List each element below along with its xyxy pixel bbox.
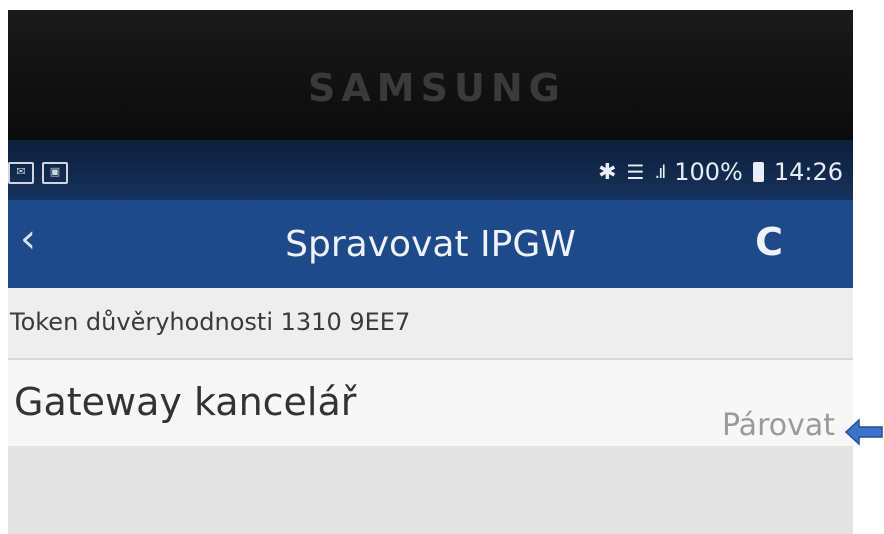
empty-list-area (8, 446, 853, 534)
app-bar: ‹ Spravovat IPGW C (8, 200, 853, 288)
battery-icon (752, 162, 764, 182)
token-bar: Token důvěryhodnosti 1310 9EE7 (8, 288, 853, 358)
mail-icon: ✉ (8, 162, 34, 184)
phone-bezel: SAMSUNG (8, 10, 853, 140)
gateway-row[interactable]: Gateway kancelář 2c9409a7-1b2a-4834-ad26… (8, 360, 853, 446)
bluetooth-icon: ✱ (598, 159, 617, 185)
token-text: Token důvěryhodnosti 1310 9EE7 (10, 308, 411, 336)
pair-button[interactable]: Párovat (722, 408, 835, 443)
signal-icon: .ıl (654, 161, 666, 183)
status-bar: ✉ ▣ ✱ ☰ .ıl 100% 14:26 (8, 140, 853, 200)
image-icon: ▣ (42, 162, 68, 184)
annotation-arrow-icon (845, 418, 883, 446)
wifi-icon: ☰ (626, 160, 645, 184)
brand-logo: SAMSUNG (308, 66, 566, 110)
notification-icons: ✉ ▣ (8, 162, 68, 184)
page-title: Spravovat IPGW (285, 224, 576, 265)
clock: 14:26 (773, 158, 843, 186)
refresh-icon[interactable]: C (755, 220, 783, 264)
battery-level: 100% (674, 158, 743, 186)
gateway-name: Gateway kancelář (14, 380, 357, 424)
status-right: ✱ ☰ .ıl 100% 14:26 (598, 158, 843, 186)
